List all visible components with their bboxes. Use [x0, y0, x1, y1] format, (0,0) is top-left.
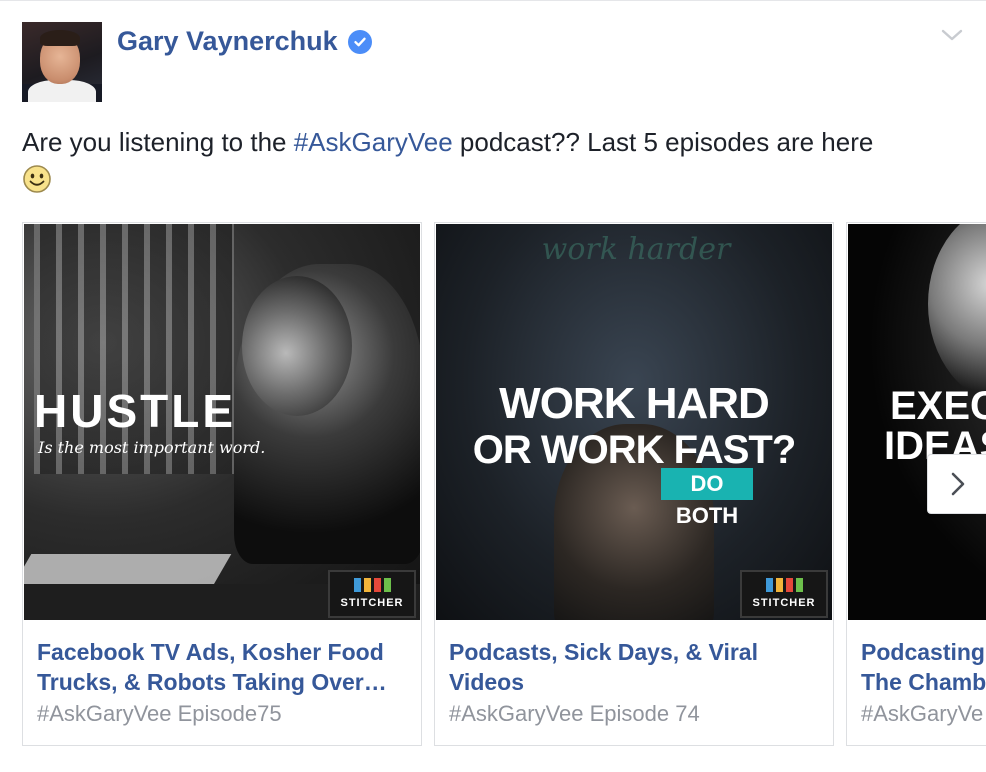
- episode-image-execute-ideas[interactable]: EXEC IDEAS: [848, 224, 986, 620]
- episode-title-line1[interactable]: Facebook TV Ads, Kosher Food: [37, 637, 415, 667]
- stitcher-logo: STITCHER: [740, 570, 828, 618]
- stitcher-label: STITCHER: [752, 597, 816, 609]
- smiley-emoji-icon: [23, 165, 51, 193]
- episode-title-line2[interactable]: Trucks, & Robots Taking Over…: [37, 667, 415, 697]
- post-text-before: Are you listening to the: [22, 127, 294, 157]
- episode-image-work-hard[interactable]: work harder WORK HARD OR WORK FAST? DO B…: [436, 224, 832, 620]
- stitcher-logo: STITCHER: [328, 570, 416, 618]
- image-line2: OR WORK FAST?: [472, 428, 797, 472]
- image-line1: WORK HARD: [499, 379, 770, 428]
- carousel-next-button[interactable]: [927, 454, 986, 514]
- top-divider: [0, 0, 986, 1]
- episode-subtitle: #AskGaryVee Episode75: [37, 701, 282, 726]
- post-text-after: podcast?? Last 5 episodes are here: [452, 127, 874, 157]
- image-line1: EXEC: [890, 384, 986, 428]
- episode-card-1[interactable]: HUSTLE Is the most important word. STITC…: [22, 222, 422, 746]
- author-name[interactable]: Gary Vaynerchuk: [117, 26, 338, 57]
- episode-title-line1[interactable]: Podcasting: [861, 637, 986, 667]
- episode-title-line2[interactable]: The Chamb: [861, 667, 986, 697]
- episode-title-link[interactable]: Podcasts, Sick Days, & Viral Videos: [449, 637, 827, 697]
- episode-subtitle: #AskGaryVee Episode 74: [449, 701, 700, 726]
- image-headline: WORK HARD OR WORK FAST?: [436, 381, 832, 473]
- episode-subtitle: #AskGaryVe: [861, 701, 984, 726]
- episode-image-hustle[interactable]: HUSTLE Is the most important word. STITC…: [24, 224, 420, 620]
- author-name-link[interactable]: Gary Vaynerchuk: [117, 26, 372, 57]
- image-subtitle-text: Is the most important word.: [38, 438, 266, 457]
- image-title-text: HUSTLE: [34, 385, 236, 437]
- chevron-down-icon[interactable]: [940, 26, 964, 46]
- episode-title-link[interactable]: Podcasting The Chamb: [861, 637, 986, 697]
- avatar[interactable]: [22, 22, 102, 102]
- stitcher-label: STITCHER: [340, 597, 404, 609]
- episode-title-link[interactable]: Facebook TV Ads, Kosher Food Trucks, & R…: [37, 637, 415, 697]
- image-tag: DO BOTH: [661, 468, 753, 528]
- hashtag-link[interactable]: #AskGaryVee: [294, 127, 453, 157]
- chevron-right-icon: [951, 472, 965, 496]
- episode-carousel: HUSTLE Is the most important word. STITC…: [22, 222, 986, 746]
- episode-title-line2[interactable]: Videos: [449, 667, 827, 697]
- episode-title-line1[interactable]: Podcasts, Sick Days, & Viral: [449, 637, 827, 667]
- post-text: Are you listening to the #AskGaryVee pod…: [22, 124, 972, 194]
- episode-card-2[interactable]: work harder WORK HARD OR WORK FAST? DO B…: [434, 222, 834, 746]
- verified-badge-icon: [347, 29, 372, 54]
